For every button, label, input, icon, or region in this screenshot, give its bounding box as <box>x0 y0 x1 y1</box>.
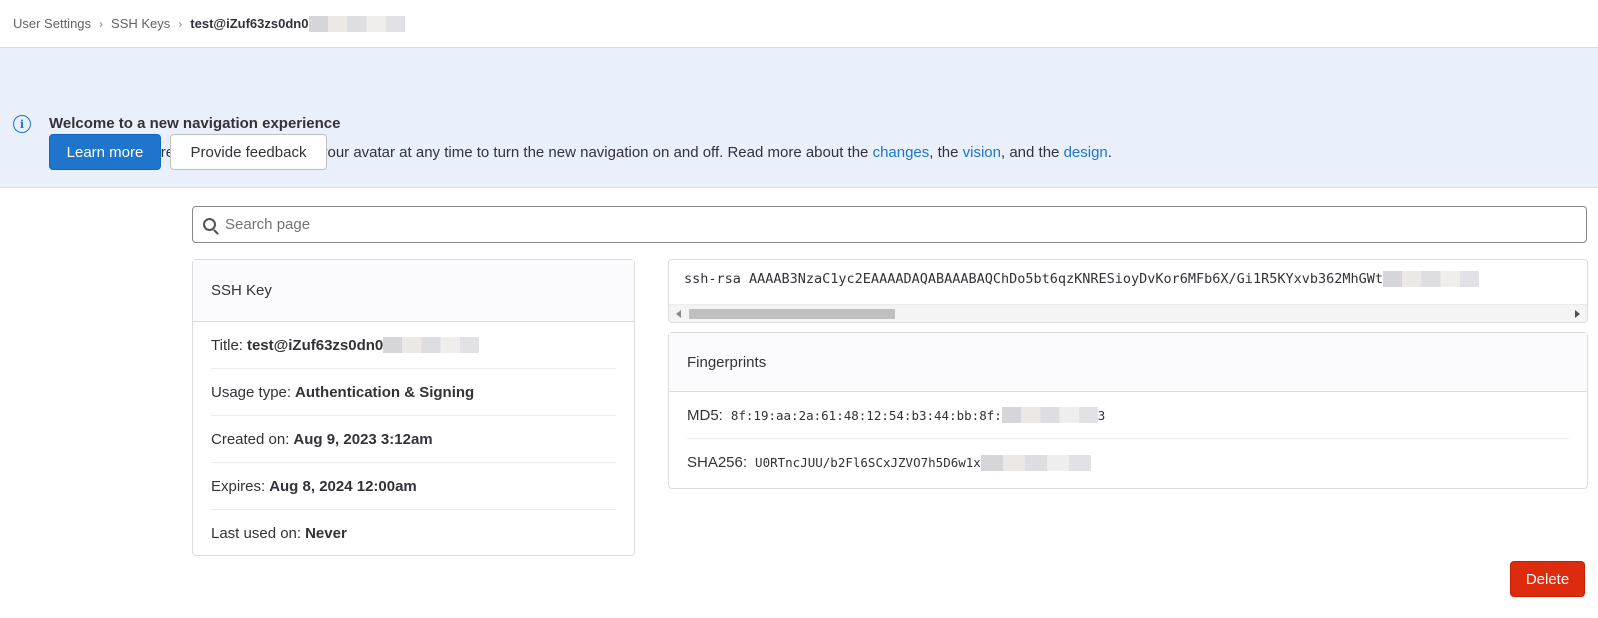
breadcrumb-current: test@iZuf63zs0dn0 <box>190 16 309 31</box>
redacted-block <box>1001 407 1098 423</box>
md5-tail: 3 <box>1097 407 1106 423</box>
info-icon: i <box>13 115 31 133</box>
last-used-value: Never <box>305 525 347 542</box>
ssh-key-value: ssh-rsa AAAAB3NzaC1yc2EAAAADAQABAAABAQCh… <box>684 271 1383 287</box>
usage-type-label: Usage type: <box>211 383 292 401</box>
redacted-block <box>1382 271 1479 287</box>
scrollbar-thumb[interactable] <box>689 309 895 319</box>
sha256-label: SHA256: <box>687 454 748 471</box>
key-title-value: test@iZuf63zs0dn0 <box>246 336 384 354</box>
fingerprints-card: Fingerprints MD5: 8f:19:aa:2a:61:48:12:5… <box>668 332 1588 489</box>
provide-feedback-button[interactable]: Provide feedback <box>170 134 327 170</box>
redacted-block <box>309 15 406 32</box>
chevron-right-icon: › <box>178 16 183 31</box>
fingerprints-header: Fingerprints <box>669 333 1587 392</box>
sha256-row: SHA256: U0RTncJUU/b2Fl6SCxJZVO7h5D6w1x <box>687 439 1569 486</box>
horizontal-scrollbar[interactable] <box>669 304 1587 322</box>
breadcrumb: User Settings › SSH Keys › test@iZuf63zs… <box>0 0 1598 48</box>
created-on-row: Created on: Aug 9, 2023 3:12am <box>211 416 616 463</box>
banner-text-mid: , the <box>929 144 963 161</box>
breadcrumb-ssh-keys[interactable]: SSH Keys <box>111 16 170 31</box>
vision-link[interactable]: vision <box>963 144 1001 161</box>
ssh-key-text-box[interactable]: ssh-rsa AAAAB3NzaC1yc2EAAAADAQABAAABAQCh… <box>668 259 1588 323</box>
banner-title: Welcome to a new navigation experience <box>49 115 341 132</box>
expires-label: Expires: <box>211 477 266 495</box>
changes-link[interactable]: changes <box>873 144 930 161</box>
search-icon <box>203 218 216 231</box>
sha256-value: U0RTncJUU/b2Fl6SCxJZVO7h5D6w1x <box>755 455 981 470</box>
redacted-block <box>383 337 480 353</box>
key-title-row: Title: test@iZuf63zs0dn0 <box>211 322 616 369</box>
chevron-right-icon: › <box>99 16 104 31</box>
scroll-left-icon[interactable] <box>676 310 681 318</box>
search-box[interactable] <box>192 206 1587 243</box>
last-used-label: Last used on: <box>211 525 302 542</box>
expires-row: Expires: Aug 8, 2024 12:00am <box>211 463 616 510</box>
redacted-block <box>980 454 1091 471</box>
banner-text-mid: , and the <box>1001 144 1064 161</box>
md5-value: 8f:19:aa:2a:61:48:12:54:b3:44:bb:8f: <box>730 407 1002 423</box>
breadcrumb-user-settings[interactable]: User Settings <box>13 16 91 31</box>
ssh-key-text: ssh-rsa AAAAB3NzaC1yc2EAAAADAQABAAABAQCh… <box>684 271 1479 287</box>
learn-more-button[interactable]: Learn more <box>49 134 161 170</box>
banner-text-suffix: . <box>1107 144 1112 161</box>
expires-value: Aug 8, 2024 12:00am <box>269 477 417 495</box>
scroll-right-icon[interactable] <box>1575 310 1580 318</box>
created-on-label: Created on: <box>211 430 290 448</box>
search-input[interactable] <box>225 216 1525 233</box>
md5-row: MD5: 8f:19:aa:2a:61:48:12:54:b3:44:bb:8f… <box>687 392 1569 439</box>
delete-button[interactable]: Delete <box>1510 561 1585 597</box>
last-used-row: Last used on: Never <box>211 510 616 557</box>
ssh-key-card-header: SSH Key <box>193 260 634 322</box>
ssh-key-card: SSH Key Title: test@iZuf63zs0dn0 Usage t… <box>192 259 635 556</box>
usage-type-row: Usage type: Authentication & Signing <box>211 369 616 416</box>
navigation-banner: i Welcome to a new navigation experience… <box>0 48 1598 188</box>
key-title-label: Title: <box>211 336 243 354</box>
md5-label: MD5: <box>687 406 723 424</box>
created-on-value: Aug 9, 2023 3:12am <box>293 430 433 448</box>
design-link[interactable]: design <box>1064 144 1108 161</box>
usage-type-value: Authentication & Signing <box>295 383 475 401</box>
